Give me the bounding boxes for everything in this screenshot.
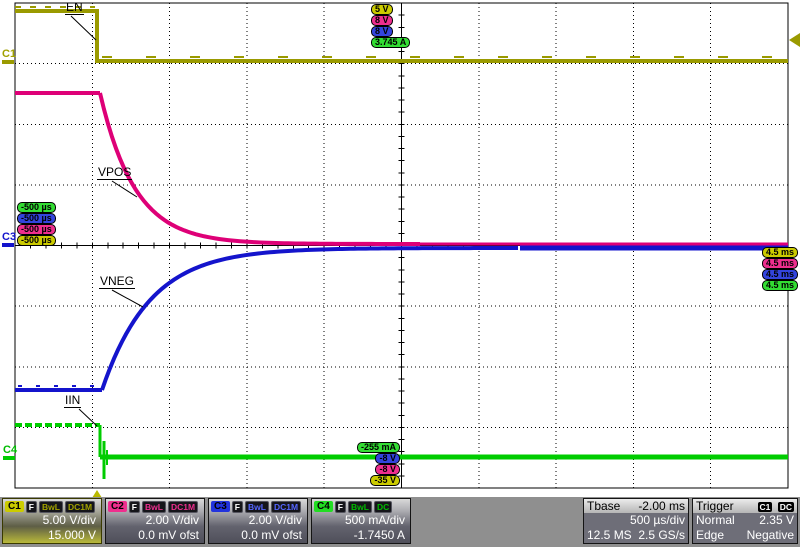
c1-header: C1 F BwL DC1M xyxy=(3,499,101,513)
trigger-level-marker-icon[interactable] xyxy=(789,33,800,47)
timebase-header: Tbase -2.00 ms xyxy=(584,499,688,513)
vpos-annotation: VPOS xyxy=(97,166,132,180)
c3-filter-badge: F xyxy=(232,501,243,513)
c3-zero-label: C3 xyxy=(2,231,16,243)
c1-offset: 15.000 V xyxy=(3,528,101,543)
c1-filter-badge: F xyxy=(26,501,37,513)
timebase-box[interactable]: Tbase -2.00 ms 500 µs/div 12.5 MS 2.5 GS… xyxy=(583,498,689,544)
channel-box-c3[interactable]: C3 F BwL DC1M 2.00 V/div 0.0 mV ofst xyxy=(208,498,308,544)
c2-header: C2 F BwL DC1M xyxy=(106,499,204,513)
c3-cursor-time-right[interactable]: 4.5 ms xyxy=(762,269,798,280)
c2-cursor-value[interactable]: 8 V xyxy=(371,15,393,26)
c1-scale: 5.00 V/div xyxy=(3,513,101,528)
c2-filter-badge: F xyxy=(129,501,140,513)
trigger-level: 2.35 V xyxy=(759,513,794,528)
channel-box-c1[interactable]: C1 F BwL DC1M 5.00 V/div 15.000 V xyxy=(2,498,102,544)
c4-offset: -1.7450 A xyxy=(312,528,410,543)
c1-cursor-time-right[interactable]: 4.5 ms xyxy=(762,247,798,258)
c1-coupling-badge: DC1M xyxy=(65,501,95,513)
c3-cursor-value[interactable]: 8 V xyxy=(371,26,393,37)
channel-box-c2[interactable]: C2 F BwL DC1M 2.00 V/div 0.0 mV ofst xyxy=(105,498,205,544)
c3-cursor-time-left[interactable]: -500 µs xyxy=(17,213,56,224)
c3-cursor-value-low[interactable]: -8 V xyxy=(375,453,400,464)
c1-cursor-value[interactable]: 5 V xyxy=(371,4,393,15)
c3-offset: 0.0 mV ofst xyxy=(209,528,307,543)
iin-annotation: IIN xyxy=(64,394,81,408)
trace-c2-vpos xyxy=(100,93,420,244)
c1-zero-dash-icon xyxy=(2,60,14,64)
channel-box-c4[interactable]: C4 F BwL DC 500 mA/div -1.7450 A xyxy=(311,498,411,544)
waveform-display: C1 C3 C4 EN VPOS VNEG IIN 5 V 8 V 8 V 3.… xyxy=(0,0,800,497)
trigger-title: Trigger xyxy=(696,499,734,513)
c1-bandwidth-badge: BwL xyxy=(39,501,63,513)
c1-cursor-value-low[interactable]: -35 V xyxy=(370,475,400,486)
c1-zero-label: C1 xyxy=(2,48,16,60)
timebase-samples: 12.5 MS xyxy=(587,528,632,543)
c2-bandwidth-badge: BwL xyxy=(142,501,166,513)
trigger-type: Edge xyxy=(696,528,724,543)
cursor-times-left: -500 µs -500 µs -500 µs -500 µs xyxy=(17,202,56,246)
c2-cursor-value-low[interactable]: -8 V xyxy=(375,464,400,475)
c2-coupling-badge: DC1M xyxy=(168,501,198,513)
trigger-source-chips: C1 DC xyxy=(756,499,795,513)
c4-filter-badge: F xyxy=(335,501,346,513)
c2-offset: 0.0 mV ofst xyxy=(106,528,204,543)
cursor-values-bottom: -255 mA -8 V -8 V -35 V xyxy=(0,442,400,486)
c3-scale: 2.00 V/div xyxy=(209,513,307,528)
en-annotation: EN xyxy=(65,1,84,15)
c3-coupling-badge: DC1M xyxy=(271,501,301,513)
c4-scale: 500 mA/div xyxy=(312,513,410,528)
c2-id-badge[interactable]: C2 xyxy=(108,501,127,512)
c4-cursor-value-low[interactable]: -255 mA xyxy=(357,442,400,453)
vneg-annotation: VNEG xyxy=(99,275,135,289)
timebase-title: Tbase xyxy=(587,499,620,513)
c4-cursor-value[interactable]: 3.745 A xyxy=(371,37,410,48)
c3-header: C3 F BwL DC1M xyxy=(209,499,307,513)
c2-cursor-time-left[interactable]: -500 µs xyxy=(17,224,56,235)
c3-bandwidth-badge: BwL xyxy=(245,501,269,513)
trigger-header: Trigger C1 DC xyxy=(693,499,797,513)
c4-coupling-badge: DC xyxy=(374,501,392,513)
cursor-times-right: 4.5 ms 4.5 ms 4.5 ms 4.5 ms xyxy=(762,247,798,291)
status-bar: C1 F BwL DC1M 5.00 V/div 15.000 V C2 F B… xyxy=(0,497,800,547)
c1-id-badge[interactable]: C1 xyxy=(5,501,24,512)
oscilloscope-screen: C1 C3 C4 EN VPOS VNEG IIN 5 V 8 V 8 V 3.… xyxy=(0,0,800,547)
trigger-coupling-badge: DC xyxy=(778,502,794,512)
cursor-values-top: 5 V 8 V 8 V 3.745 A xyxy=(371,4,410,48)
annotation-callout-line xyxy=(112,290,143,307)
c4-header: C4 F BwL DC xyxy=(312,499,410,513)
trigger-box[interactable]: Trigger C1 DC Normal 2.35 V Edge Negativ… xyxy=(692,498,798,544)
trigger-slope: Negative xyxy=(747,528,794,543)
c4-cursor-time-right[interactable]: 4.5 ms xyxy=(762,280,798,291)
c1-zero-marker[interactable]: C1 xyxy=(2,48,16,64)
c2-cursor-time-right[interactable]: 4.5 ms xyxy=(762,258,798,269)
timebase-scale: 500 µs/div xyxy=(630,513,685,528)
timebase-rate: 2.5 GS/s xyxy=(638,528,685,543)
trigger-mode: Normal xyxy=(696,513,735,528)
timebase-delay: -2.00 ms xyxy=(638,499,685,513)
c3-zero-marker[interactable]: C3 xyxy=(2,231,16,247)
c4-cursor-time-left[interactable]: -500 µs xyxy=(17,202,56,213)
c2-scale: 2.00 V/div xyxy=(106,513,204,528)
c3-zero-dash-icon xyxy=(2,243,14,247)
graticule-and-traces xyxy=(0,0,800,497)
trace-c3-vneg xyxy=(102,248,518,390)
trigger-source-badge: C1 xyxy=(758,502,773,512)
trigger-time-marker-icon[interactable] xyxy=(92,490,102,497)
c1-cursor-time-left[interactable]: -500 µs xyxy=(17,235,56,246)
c4-id-badge[interactable]: C4 xyxy=(314,501,333,512)
c4-bandwidth-badge: BwL xyxy=(348,501,372,513)
c3-id-badge[interactable]: C3 xyxy=(211,501,230,512)
